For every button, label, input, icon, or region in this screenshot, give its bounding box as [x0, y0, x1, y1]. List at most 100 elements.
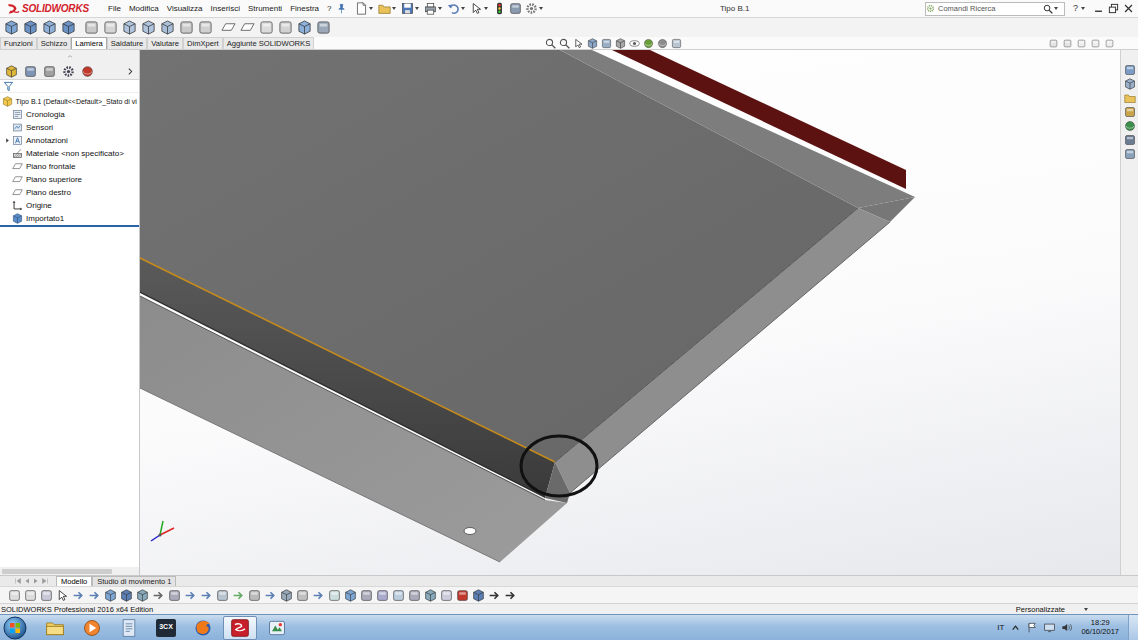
file-properties-button[interactable]: [509, 2, 522, 15]
sketch-tool-icon[interactable]: [8, 589, 21, 602]
ribbon-tab[interactable]: Aggiunte SOLIDWORKS: [223, 37, 315, 49]
tree-item[interactable]: Cronologia: [0, 108, 139, 121]
search-input[interactable]: [935, 4, 1043, 13]
panel-scrollbar[interactable]: [0, 567, 139, 575]
menu-item[interactable]: File: [104, 4, 125, 14]
sketch-tool-icon[interactable]: [88, 589, 101, 602]
minimize-icon[interactable]: [1093, 3, 1104, 14]
manager-tab-icon[interactable]: [81, 65, 94, 78]
sketch-tool-icon[interactable]: [392, 589, 405, 602]
filter-icon[interactable]: [3, 81, 14, 92]
help-button[interactable]: ?: [1071, 3, 1087, 14]
viewport-window-icon[interactable]: [1049, 39, 1058, 48]
view-tool-icon[interactable]: [615, 38, 626, 49]
task-pane-icon[interactable]: [1124, 120, 1136, 132]
sheet-metal-tool-icon[interactable]: [84, 20, 99, 35]
sheet-metal-tool-icon[interactable]: [122, 20, 137, 35]
sketch-tool-icon[interactable]: [360, 589, 373, 602]
expand-arrow-icon[interactable]: [4, 137, 11, 144]
command-search[interactable]: [925, 2, 1065, 16]
view-tool-icon[interactable]: [587, 38, 598, 49]
model-tab[interactable]: Modello: [56, 576, 92, 586]
scroll-thumb[interactable]: [2, 569, 112, 574]
view-tool-icon[interactable]: [629, 38, 640, 49]
open-icon[interactable]: [378, 2, 391, 15]
taskbar-app[interactable]: [75, 616, 109, 640]
solidworks-logo[interactable]: SOLIDWORKS: [0, 2, 104, 16]
ribbon-tab[interactable]: Saldature: [107, 37, 148, 49]
task-pane-icon[interactable]: [1124, 106, 1136, 118]
menu-item[interactable]: Modifica: [125, 4, 163, 14]
sheet-metal-tool-icon[interactable]: [179, 20, 194, 35]
taskbar-app[interactable]: [112, 616, 146, 640]
network-icon[interactable]: [1044, 622, 1055, 633]
graphics-area[interactable]: [140, 50, 1120, 575]
sheet-metal-tool-icon[interactable]: [141, 20, 156, 35]
panel-grip[interactable]: [0, 50, 139, 63]
sketch-tool-icon[interactable]: [344, 589, 357, 602]
menu-item[interactable]: Finestra: [286, 4, 323, 14]
task-pane-icon[interactable]: [1124, 148, 1136, 160]
view-tool-icon[interactable]: [657, 38, 668, 49]
sheet-metal-tool-icon[interactable]: [4, 20, 19, 35]
menu-item[interactable]: Strumenti: [244, 4, 286, 14]
view-tool-icon[interactable]: [643, 38, 654, 49]
save-icon[interactable]: [401, 2, 414, 15]
language-indicator[interactable]: IT: [997, 623, 1004, 633]
show-desktop-button[interactable]: [1128, 615, 1138, 640]
manager-tab-icon[interactable]: [62, 65, 75, 78]
sketch-tool-icon[interactable]: [424, 589, 437, 602]
print-icon[interactable]: [424, 2, 437, 15]
ribbon-tab[interactable]: Funzioni: [0, 37, 37, 49]
sketch-tool-icon[interactable]: [328, 589, 341, 602]
task-pane-icon[interactable]: [1124, 134, 1136, 146]
new-document-icon[interactable]: [355, 2, 368, 15]
rebuild-button[interactable]: [493, 2, 506, 15]
ribbon-tab[interactable]: DimXpert: [183, 37, 223, 49]
units-selector[interactable]: Personalizzate: [1016, 605, 1090, 614]
task-pane-icon[interactable]: [1124, 64, 1136, 76]
restore-icon[interactable]: [1108, 3, 1119, 14]
sheet-metal-tool-icon[interactable]: [221, 20, 236, 35]
sheet-metal-tool-icon[interactable]: [103, 20, 118, 35]
sketch-tool-icon[interactable]: [136, 589, 149, 602]
menu-item[interactable]: Visualizza: [163, 4, 207, 14]
manager-tab-icon[interactable]: [5, 65, 18, 78]
sketch-tool-icon[interactable]: [104, 589, 117, 602]
more-tabs-icon[interactable]: [126, 67, 135, 76]
view-tool-icon[interactable]: [573, 38, 584, 49]
sketch-tool-icon[interactable]: [264, 589, 277, 602]
select-button[interactable]: [470, 2, 490, 15]
model-tab[interactable]: Studio di movimento 1: [92, 576, 176, 586]
taskbar-app[interactable]: [223, 616, 257, 640]
scroll-arrow-icon[interactable]: [41, 577, 49, 585]
clock[interactable]: 18:2906/10/2017: [1078, 619, 1122, 636]
sketch-tool-icon[interactable]: [280, 589, 293, 602]
print-button[interactable]: [424, 2, 444, 15]
sheet-metal-tool-icon[interactable]: [297, 20, 312, 35]
file-properties-icon[interactable]: [509, 2, 522, 15]
manager-tab-icon[interactable]: [43, 65, 56, 78]
taskbar-app[interactable]: [186, 616, 220, 640]
task-pane-icon[interactable]: [1124, 78, 1136, 90]
sketch-tool-icon[interactable]: [248, 589, 261, 602]
sheet-metal-tool-icon[interactable]: [240, 20, 255, 35]
sketch-tool-icon[interactable]: [200, 589, 213, 602]
taskbar-app[interactable]: [38, 616, 72, 640]
sheet-metal-tool-icon[interactable]: [316, 20, 331, 35]
sketch-tool-icon[interactable]: [408, 589, 421, 602]
sheet-metal-part[interactable]: [140, 50, 1120, 575]
options-button[interactable]: [525, 2, 545, 15]
sheet-metal-tool-icon[interactable]: [278, 20, 293, 35]
sketch-tool-icon[interactable]: [232, 589, 245, 602]
sketch-tool-icon[interactable]: [312, 589, 325, 602]
sketch-tool-icon[interactable]: [152, 589, 165, 602]
sketch-tool-icon[interactable]: [72, 589, 85, 602]
sketch-tool-icon[interactable]: [440, 589, 453, 602]
tree-item[interactable]: Piano superiore: [0, 173, 139, 186]
viewport-window-icon[interactable]: [1077, 39, 1086, 48]
taskbar-app[interactable]: 3CX: [149, 616, 183, 640]
start-button[interactable]: [0, 616, 30, 640]
taskbar-app[interactable]: [260, 616, 294, 640]
sketch-tool-icon[interactable]: [216, 589, 229, 602]
